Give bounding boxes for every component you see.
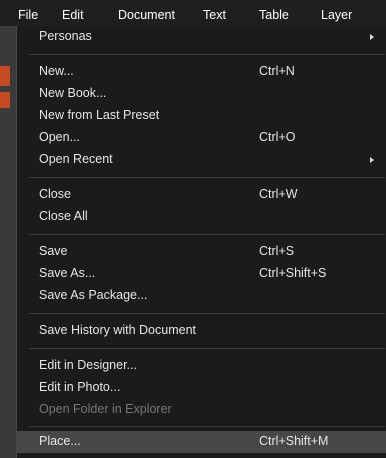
menu-item-label: Open...	[39, 130, 80, 144]
menu-separator	[29, 234, 385, 235]
menu-item-shortcut: Ctrl+W	[259, 187, 298, 201]
menu-item-save-as[interactable]: Save As... Ctrl+Shift+S	[17, 263, 386, 285]
menu-separator	[29, 177, 385, 178]
file-menu-dropdown: Personas New... Ctrl+N New Book... New f…	[16, 26, 386, 458]
menu-item-label: Save History with Document	[39, 323, 197, 337]
menu-separator	[29, 54, 385, 55]
menu-item-shortcut: Ctrl+O	[259, 130, 296, 144]
menu-item-close-all[interactable]: Close All	[17, 206, 386, 228]
menu-item-label: Place...	[39, 434, 81, 448]
menu-item-new-from-last-preset[interactable]: New from Last Preset	[17, 105, 386, 127]
submenu-arrow-icon	[370, 157, 374, 163]
background-logo-fragment	[0, 92, 10, 108]
menu-item-label: Close	[39, 187, 71, 201]
menu-bar: File Edit Document Text Table Layer	[0, 0, 386, 26]
menu-text[interactable]: Text	[203, 0, 226, 26]
menu-item-personas[interactable]: Personas	[17, 26, 386, 48]
submenu-arrow-icon	[370, 34, 374, 40]
menu-item-label: Save As...	[39, 266, 96, 280]
menu-item-shortcut: Ctrl+Shift+S	[259, 266, 327, 280]
menu-layer[interactable]: Layer	[321, 0, 352, 26]
menu-item-new-book[interactable]: New Book...	[17, 83, 386, 105]
menu-item-label: Edit in Designer...	[39, 358, 137, 372]
menu-item-label: New...	[39, 64, 74, 78]
menu-item-save-history[interactable]: Save History with Document	[17, 320, 386, 342]
menu-item-new[interactable]: New... Ctrl+N	[17, 61, 386, 83]
menu-table[interactable]: Table	[259, 0, 289, 26]
menu-document[interactable]: Document	[118, 0, 175, 26]
menu-item-shortcut: Ctrl+N	[259, 64, 295, 78]
menu-item-label: New Book...	[39, 86, 107, 100]
menu-item-label: Save	[39, 244, 68, 258]
menu-item-shortcut: Ctrl+S	[259, 244, 295, 258]
menu-item-save[interactable]: Save Ctrl+S	[17, 241, 386, 263]
menu-item-close[interactable]: Close Ctrl+W	[17, 184, 386, 206]
menu-item-label: Save As Package...	[39, 288, 148, 302]
menu-item-label: Personas	[39, 29, 92, 43]
menu-file[interactable]: File	[18, 0, 38, 26]
menu-item-label: Close All	[39, 209, 88, 223]
menu-item-label: Open Folder in Explorer	[39, 402, 172, 416]
menu-item-label: New from Last Preset	[39, 108, 160, 122]
menu-item-label: Edit in Photo...	[39, 380, 121, 394]
background-logo-fragment	[0, 66, 10, 86]
menu-item-shortcut: Ctrl+Shift+M	[259, 434, 329, 448]
menu-separator	[29, 348, 385, 349]
menu-edit[interactable]: Edit	[62, 0, 84, 26]
menu-separator	[29, 313, 385, 314]
menu-item-save-as-package[interactable]: Save As Package...	[17, 285, 386, 307]
menu-item-open[interactable]: Open... Ctrl+O	[17, 127, 386, 149]
menu-item-open-recent[interactable]: Open Recent	[17, 149, 386, 171]
menu-item-label: Open Recent	[39, 152, 113, 166]
menu-item-edit-in-photo[interactable]: Edit in Photo...	[17, 377, 386, 399]
menu-item-place[interactable]: Place... Ctrl+Shift+M	[17, 431, 386, 453]
menu-separator	[29, 426, 385, 427]
menu-item-edit-in-designer[interactable]: Edit in Designer...	[17, 355, 386, 377]
background-app-strip	[0, 26, 16, 458]
menu-item-open-folder-in-explorer: Open Folder in Explorer	[17, 399, 386, 421]
